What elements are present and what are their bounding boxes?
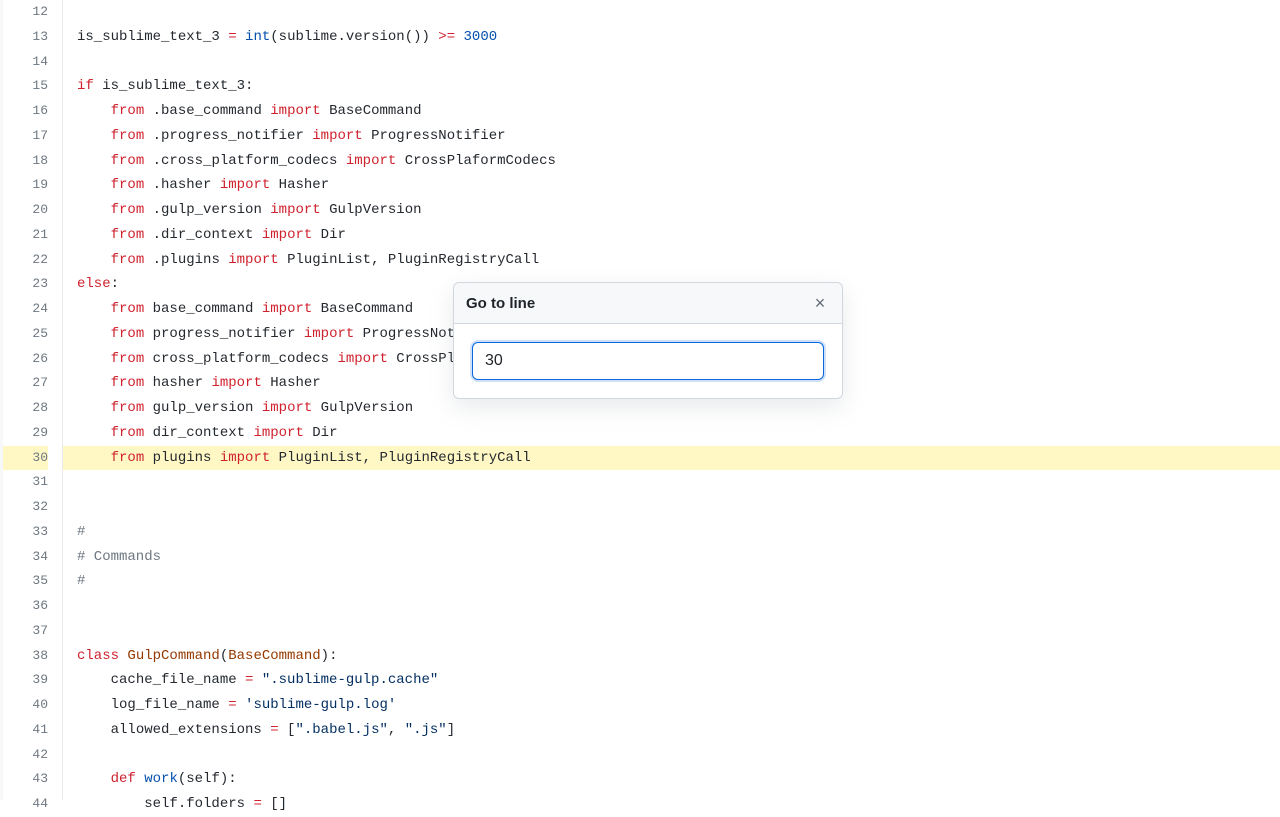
- line-number[interactable]: 30: [3, 446, 48, 471]
- code-line[interactable]: # Commands: [77, 545, 1280, 570]
- code-line[interactable]: from .hasher import Hasher: [77, 173, 1280, 198]
- code-line[interactable]: [77, 495, 1280, 520]
- line-number[interactable]: 20: [3, 198, 48, 223]
- code-line[interactable]: from .cross_platform_codecs import Cross…: [77, 149, 1280, 174]
- line-number[interactable]: 16: [3, 99, 48, 124]
- code-line[interactable]: from .dir_context import Dir: [77, 223, 1280, 248]
- code-line[interactable]: if is_sublime_text_3:: [77, 74, 1280, 99]
- code-line[interactable]: #: [77, 520, 1280, 545]
- code-line[interactable]: cache_file_name = ".sublime-gulp.cache": [77, 668, 1280, 693]
- code-line[interactable]: is_sublime_text_3 = int(sublime.version(…: [77, 25, 1280, 50]
- code-line[interactable]: [77, 594, 1280, 619]
- code-line[interactable]: from .plugins import PluginList, PluginR…: [77, 248, 1280, 273]
- line-number[interactable]: 23: [3, 272, 48, 297]
- line-number[interactable]: 31: [3, 470, 48, 495]
- line-number[interactable]: 18: [3, 149, 48, 174]
- line-number[interactable]: 33: [3, 520, 48, 545]
- line-number[interactable]: 21: [3, 223, 48, 248]
- goto-line-dialog: Go to line ×: [453, 282, 843, 399]
- line-number[interactable]: 24: [3, 297, 48, 322]
- code-line[interactable]: log_file_name = 'sublime-gulp.log': [77, 693, 1280, 718]
- code-line[interactable]: from .progress_notifier import ProgressN…: [77, 124, 1280, 149]
- dialog-header: Go to line ×: [454, 283, 842, 324]
- line-number[interactable]: 38: [3, 644, 48, 669]
- goto-line-input[interactable]: [472, 342, 824, 380]
- code-line[interactable]: allowed_extensions = [".babel.js", ".js"…: [77, 718, 1280, 743]
- line-number[interactable]: 27: [3, 371, 48, 396]
- line-number[interactable]: 19: [3, 173, 48, 198]
- line-number[interactable]: 26: [3, 347, 48, 372]
- line-number[interactable]: 36: [3, 594, 48, 619]
- line-number[interactable]: 35: [3, 569, 48, 594]
- code-line[interactable]: from .gulp_version import GulpVersion: [77, 198, 1280, 223]
- line-number[interactable]: 29: [3, 421, 48, 446]
- line-number[interactable]: 40: [3, 693, 48, 718]
- line-number[interactable]: 25: [3, 322, 48, 347]
- line-number[interactable]: 17: [3, 124, 48, 149]
- code-line[interactable]: from plugins import PluginList, PluginRe…: [63, 446, 1280, 471]
- line-number[interactable]: 12: [3, 0, 48, 25]
- code-line[interactable]: from gulp_version import GulpVersion: [77, 396, 1280, 421]
- code-line[interactable]: [77, 470, 1280, 495]
- close-icon[interactable]: ×: [810, 293, 830, 313]
- line-number[interactable]: 44: [3, 792, 48, 817]
- code-line[interactable]: from .base_command import BaseCommand: [77, 99, 1280, 124]
- line-number[interactable]: 28: [3, 396, 48, 421]
- code-line[interactable]: from dir_context import Dir: [77, 421, 1280, 446]
- code-line[interactable]: [77, 743, 1280, 768]
- code-line[interactable]: self.folders = []: [77, 792, 1280, 817]
- line-number-gutter: 1213141516171819202122232425262728293031…: [3, 0, 63, 800]
- dialog-title: Go to line: [466, 295, 535, 312]
- line-number[interactable]: 15: [3, 74, 48, 99]
- line-number[interactable]: 14: [3, 50, 48, 75]
- code-line[interactable]: class GulpCommand(BaseCommand):: [77, 644, 1280, 669]
- code-line[interactable]: [77, 0, 1280, 25]
- code-area[interactable]: is_sublime_text_3 = int(sublime.version(…: [63, 0, 1280, 800]
- line-number[interactable]: 34: [3, 545, 48, 570]
- line-number[interactable]: 32: [3, 495, 48, 520]
- dialog-body: [454, 324, 842, 398]
- line-number[interactable]: 37: [3, 619, 48, 644]
- line-number[interactable]: 41: [3, 718, 48, 743]
- line-number[interactable]: 22: [3, 248, 48, 273]
- code-line[interactable]: [77, 619, 1280, 644]
- line-number[interactable]: 39: [3, 668, 48, 693]
- code-line[interactable]: [77, 50, 1280, 75]
- line-number[interactable]: 13: [3, 25, 48, 50]
- code-editor: 1213141516171819202122232425262728293031…: [0, 0, 1280, 800]
- code-line[interactable]: #: [77, 569, 1280, 594]
- line-number[interactable]: 43: [3, 767, 48, 792]
- line-number[interactable]: 42: [3, 743, 48, 768]
- code-line[interactable]: def work(self):: [77, 767, 1280, 792]
